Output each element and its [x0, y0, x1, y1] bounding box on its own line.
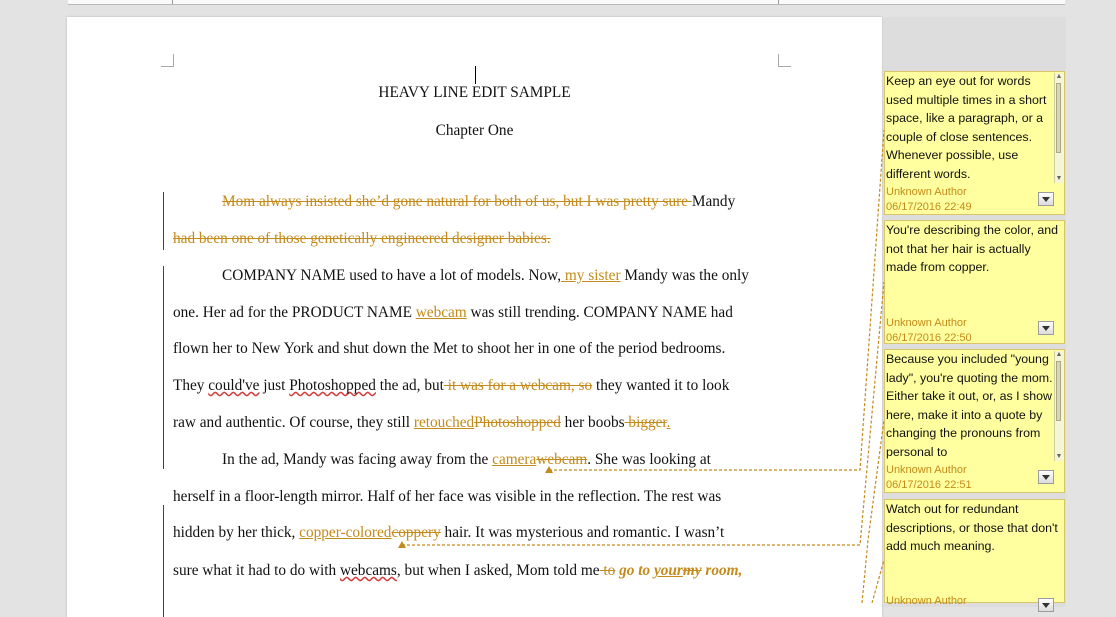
chevron-down-icon — [1042, 602, 1050, 608]
leader-line-comment-2 — [402, 281, 885, 546]
comment-leader-lines — [398, 129, 885, 603]
leader-line-comment-1 — [549, 129, 885, 471]
workspace-background-right — [1066, 17, 1116, 603]
leader-line-comment-3 — [861, 419, 885, 603]
leader-line-comment-4 — [871, 559, 885, 603]
